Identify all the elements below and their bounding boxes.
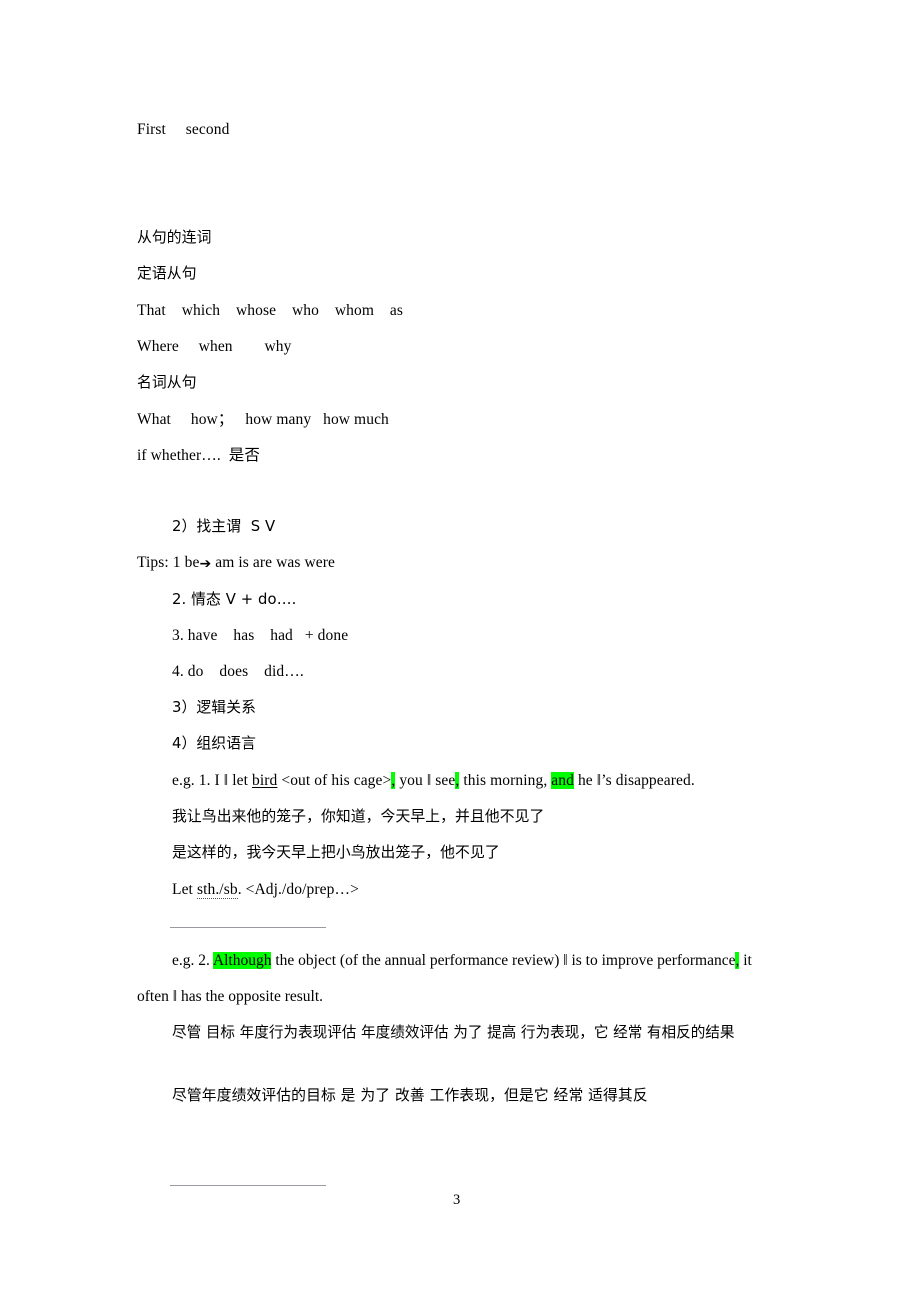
item-find-subject-predicate: 2）找主谓 S V [172,518,276,535]
right-arrow-icon: ➔ [199,556,212,572]
tips-prefix: Tips: 1 be [137,554,200,571]
example-1-translation-literal: 我让鸟出来他的笼子，你知道，今天早上，并且他不见了 [172,808,545,825]
example-2-highlight-although: Although [212,952,272,969]
line-tips-be: Tips: 1 be➔ am is are was were [137,554,335,573]
example-2-translation-literal-text: 尽管 目标 年度行为表现评估 年度绩效评估 为了 提高 行为表现，它 经常 有相… [172,1024,735,1041]
example-2-translation-natural: 尽管年度绩效评估的目标 是 为了 改善 工作表现，但是它 经常 适得其反 [172,1087,648,1104]
example-2-translation-literal: 尽管 目标 年度行为表现评估 年度绩效评估 为了 提高 行为表现，它 经常 有相… [137,1015,797,1051]
line-first-second: First second [137,121,230,138]
tips-suffix: am is are was were [211,554,335,571]
heading-clause-conjunctions: 从句的连词 [137,229,212,246]
line-tips-have: 3. have has had + done [172,627,349,644]
example-1-pattern: Let sth./sb. <Adj./do/prep…> [172,881,359,899]
example-2-prefix: e.g. 2. [172,952,213,969]
list-attributive-relatives-1: That which whose who whom as [137,302,404,319]
example-1-highlight-and: and [551,772,574,789]
pattern-spellchecked-word: sth./sb [196,881,238,899]
list-noun-clause-2: if whether…. 是否 [137,447,260,464]
example-1-mid-2: you ‖ see [395,772,456,789]
page-number: 3 [453,1192,461,1208]
list-attributive-relatives-2: Where when why [137,338,292,355]
pattern-prefix: Let [172,881,197,898]
example-1-suffix: he ‖’s disappeared. [573,772,695,789]
item-organize-language: 4）组织语言 [172,735,256,752]
example-1-prefix: e.g. 1. I ‖ let [172,772,252,789]
line-tips-do: 4. do does did…. [172,663,304,680]
heading-noun-clause: 名词从句 [137,374,197,391]
pattern-suffix: . <Adj./do/prep…> [237,881,359,898]
heading-attributive-clause: 定语从句 [137,265,197,282]
example-1-sentence: e.g. 1. I ‖ let bird <out of his cage>, … [172,772,695,790]
list-noun-clause-1: What how； how many how much [137,411,389,428]
example-1-mid-3: this morning, [459,772,552,789]
line-tips-modal: 2. 情态 V + do…. [172,591,297,608]
example-1-translation-natural: 是这样的，我今天早上把小鸟放出笼子，他不见了 [172,844,500,861]
item-logical-relations: 3）逻辑关系 [172,699,256,716]
example-1-mid-1: <out of his cage> [277,772,392,789]
example-2-sentence: e.g. 2. Although the object (of the annu… [137,943,787,1014]
divider-rule-2 [170,1185,326,1186]
example-1-underlined-word: bird [252,772,278,789]
divider-rule-1 [170,927,326,928]
example-2-mid-1: the object (of the annual performance re… [271,952,736,969]
document-page: First second 从句的连词 定语从句 That which whose… [0,0,920,1302]
